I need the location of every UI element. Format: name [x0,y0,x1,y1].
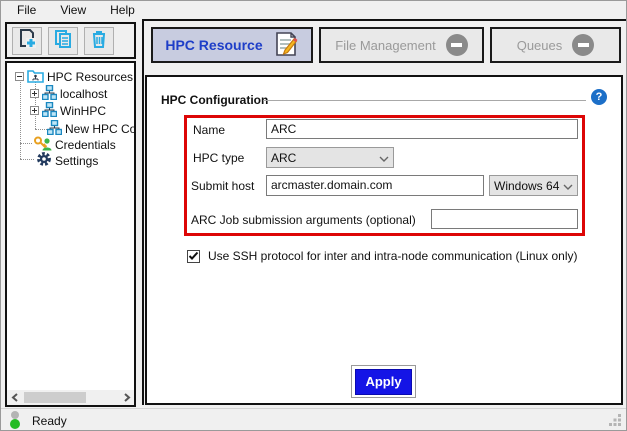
menu-file[interactable]: File [7,1,46,19]
name-label: Name [193,123,225,137]
apply-button-frame: Apply [351,365,416,398]
duplicate-button[interactable] [48,27,78,55]
tree-item-localhost[interactable]: localhost [30,86,107,101]
hpc-configuration-panel: HPC Configuration ? Name ARC HPC type AR… [145,75,623,405]
tree-item-label: Settings [55,154,98,168]
tab-label: File Management [335,38,435,53]
apply-button[interactable]: Apply [355,369,412,395]
tab-label: Queues [517,38,563,53]
panel-frame-line [142,19,627,21]
scrollbar-track[interactable] [22,390,119,405]
tree-item-label: HPC Resources [47,70,133,84]
hpc-type-value: ARC [271,151,379,165]
tab-file-management[interactable]: File Management [319,27,484,63]
tab-hpc-resource[interactable]: HPC Resource [151,27,313,63]
edit-icon [273,31,299,60]
cluster-icon [42,102,57,120]
add-hpc-resource-button[interactable] [12,27,42,55]
minus-circle-icon [446,34,468,56]
arc-args-label: ARC Job submission arguments (optional) [191,213,416,227]
ssh-checkbox-label: Use SSH protocol for inter and intra-nod… [208,249,578,263]
tree-item-new-hpc-config[interactable]: New HPC Co [47,121,136,136]
tree-connector [20,159,34,160]
platform-value: Windows 64 [494,179,563,193]
hpc-type-select[interactable]: ARC [266,147,394,168]
tree-item-label: Credentials [55,138,116,152]
panel-frame-line [142,19,144,405]
tree-horizontal-scrollbar[interactable] [7,390,134,405]
status-text: Ready [32,414,67,428]
scroll-left-arrow[interactable] [7,390,22,405]
toolbar [5,22,136,59]
chevron-down-icon [379,151,389,165]
gear-icon [36,151,52,170]
hpc-type-label: HPC type [193,151,244,165]
submit-host-label: Submit host [191,179,254,193]
section-title: HPC Configuration [161,93,268,107]
ssh-checkbox[interactable] [187,250,200,263]
tree-connector [35,129,47,130]
tree-connector [20,77,21,159]
status-bar: Ready [1,408,626,431]
tree-item-hpc-resources[interactable]: HPC Resources [15,69,133,84]
app-window: File View Help [0,0,627,431]
document-plus-icon [16,28,38,53]
tree-item-label: localhost [60,87,107,101]
resize-grip[interactable] [609,413,622,429]
menu-help[interactable]: Help [100,1,145,19]
scroll-right-arrow[interactable] [119,390,134,405]
copy-icon [52,28,74,53]
resource-tree-panel: HPC Resources localhost [5,61,136,407]
expand-toggle[interactable] [30,89,39,98]
status-light-green-icon [10,419,20,429]
arc-args-input[interactable] [431,209,578,229]
ssh-checkbox-row[interactable]: Use SSH protocol for inter and intra-nod… [187,249,578,263]
menu-bar: File View Help [1,1,626,19]
checkmark-icon [188,251,199,261]
delete-button[interactable] [84,27,114,55]
collapse-toggle[interactable] [15,72,24,81]
trash-icon [88,28,110,53]
cluster-icon [42,85,57,103]
name-input[interactable]: ARC [266,119,578,139]
submit-host-input[interactable]: arcmaster.domain.com [266,175,484,196]
chevron-down-icon [563,179,573,193]
section-divider [263,100,586,101]
expand-toggle[interactable] [30,106,39,115]
tab-label: HPC Resource [165,37,262,53]
menu-view[interactable]: View [50,1,96,19]
help-icon[interactable]: ? [591,89,607,105]
tree-connector [20,143,32,144]
tree-item-winhpc[interactable]: WinHPC [30,103,106,118]
tree-item-credentials[interactable]: Credentials [34,137,116,152]
platform-select[interactable]: Windows 64 [489,175,578,196]
tree-item-label: New HPC Co [65,122,136,136]
scrollbar-thumb[interactable] [24,392,86,403]
hpc-resources-icon [27,68,44,86]
tree-item-label: WinHPC [60,104,106,118]
minus-circle-icon [572,34,594,56]
status-light-gray-icon [11,411,19,419]
tab-queues[interactable]: Queues [490,27,621,63]
tree-item-settings[interactable]: Settings [36,153,98,168]
